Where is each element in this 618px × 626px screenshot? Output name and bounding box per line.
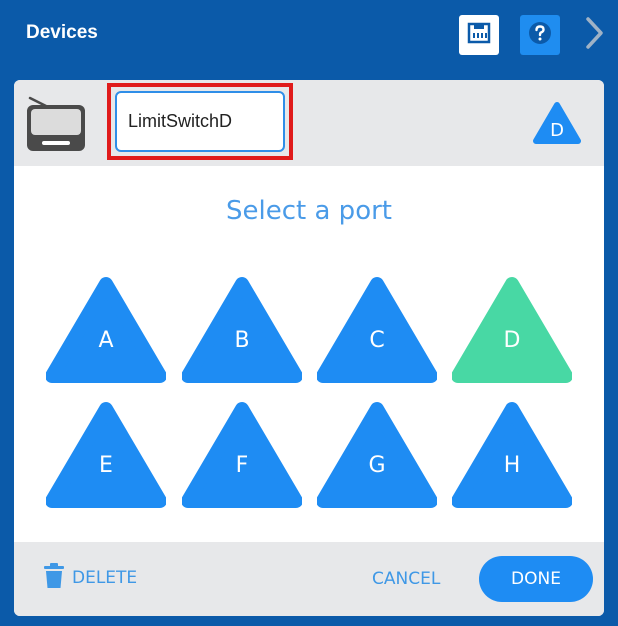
- port-d[interactable]: D: [452, 276, 572, 384]
- selected-port-badge: D: [533, 101, 581, 150]
- chevron-right-icon: [581, 13, 607, 58]
- port-h[interactable]: H: [452, 401, 572, 509]
- port-c[interactable]: C: [317, 276, 437, 384]
- selected-port-badge-label: D: [550, 120, 564, 141]
- cancel-button[interactable]: CANCEL: [372, 569, 440, 589]
- port-b-label: B: [234, 328, 250, 353]
- port-g-label: G: [368, 453, 386, 478]
- port-e-label: E: [99, 453, 113, 478]
- port-f[interactable]: F: [182, 401, 302, 509]
- trash-icon: [42, 562, 66, 594]
- help-button[interactable]: [520, 15, 560, 55]
- dialog-footer: DELETE CANCEL DONE: [14, 542, 604, 616]
- port-button[interactable]: [459, 15, 499, 55]
- port-f-label: F: [235, 453, 249, 478]
- port-a[interactable]: A: [46, 276, 166, 384]
- port-d-label: D: [503, 328, 521, 353]
- port-b[interactable]: B: [182, 276, 302, 384]
- delete-label: DELETE: [72, 568, 138, 588]
- port-icon: [466, 20, 492, 51]
- select-port-prompt: Select a port: [226, 196, 392, 226]
- window-title: Devices: [26, 22, 98, 43]
- port-g[interactable]: G: [317, 401, 437, 509]
- port-e[interactable]: E: [46, 401, 166, 509]
- title-bar: Devices: [0, 0, 618, 68]
- port-h-label: H: [503, 453, 521, 478]
- device-config-panel: D Select a port A B C D E F G H: [14, 80, 604, 616]
- next-button[interactable]: [576, 15, 612, 55]
- limit-switch-device-icon: [24, 92, 88, 161]
- port-c-label: C: [369, 328, 385, 353]
- port-a-label: A: [98, 328, 114, 353]
- done-button[interactable]: DONE: [479, 556, 593, 602]
- device-header: D: [14, 80, 604, 166]
- delete-button[interactable]: DELETE: [42, 562, 138, 594]
- device-name-input[interactable]: [115, 91, 285, 152]
- help-icon: [527, 20, 553, 51]
